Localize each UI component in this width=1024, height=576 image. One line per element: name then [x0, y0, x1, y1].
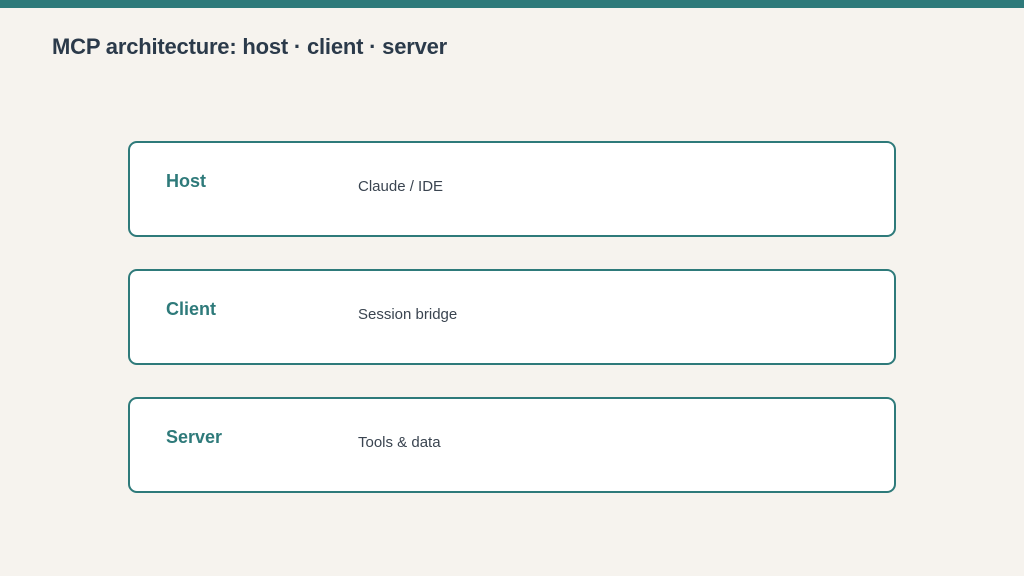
layer-name: Host — [166, 171, 206, 191]
layer-name: Client — [166, 299, 217, 319]
layer-name: Server — [166, 427, 223, 447]
layer-card-client: Client Session bridge — [128, 269, 896, 365]
layer-description: Session bridge — [358, 306, 458, 323]
layer-card-host: Host Claude / IDE — [128, 141, 896, 237]
layer-card-server: Server Tools & data — [128, 397, 896, 493]
page-title: MCP architecture: host · client · server — [52, 34, 448, 59]
layer-description: Tools & data — [358, 434, 441, 451]
top-accent-bar — [0, 0, 1024, 8]
layer-description: Claude / IDE — [358, 178, 444, 195]
architecture-layers: Host Claude / IDE Client Session bridge … — [128, 141, 896, 493]
